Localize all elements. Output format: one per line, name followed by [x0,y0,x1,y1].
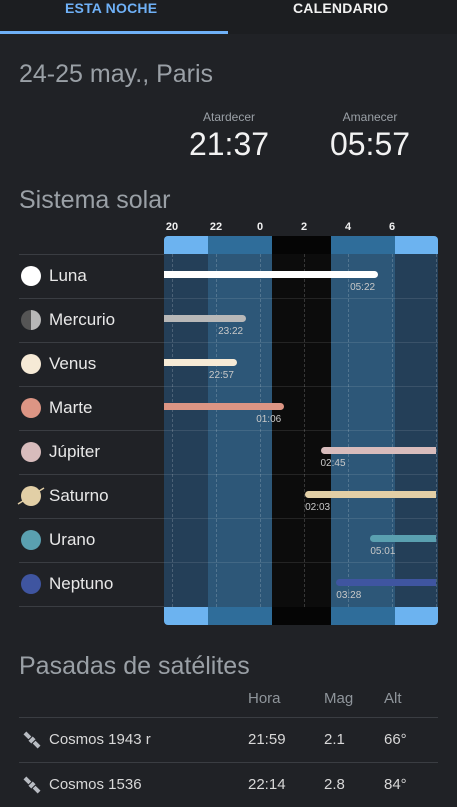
visibility-chart: 05:22 23:22 22:57 01:06 02:45 02:03 05:01 03:28 [164,236,438,625]
twilight-cap [331,236,395,254]
date-title: 24-25 may., Paris [19,60,214,88]
satellite-time: 22:14 [248,776,286,793]
row-gridline [164,298,438,299]
sunset-time: 21:37 [188,126,270,162]
row-gridline [164,562,438,563]
hour-label: 0 [256,221,264,233]
visibility-bar [164,271,379,278]
solar-system-title: Sistema solar [19,186,171,214]
column-header-mag: Mag [324,690,354,707]
visibility-bar [320,447,436,454]
hour-label: 22 [209,221,223,233]
twilight-cap [395,236,438,254]
set-time-label: 02:03 [305,502,331,513]
planet-name: Venus [49,354,97,373]
planet-name: Urano [49,530,96,549]
mercury-icon [21,310,41,330]
twilight-cap [164,236,208,254]
set-time-label: 05:22 [350,282,376,293]
tab-calendario-label: CALENDARIO [293,0,389,16]
hour-label: 4 [344,221,352,233]
row-gridline [164,518,438,519]
mars-icon [21,398,41,418]
satellite-alt: 84° [384,776,407,793]
satellite-name: Cosmos 1943 r [49,731,151,748]
venus-icon [21,354,41,374]
row-gridline [164,342,438,343]
planet-row[interactable]: Marte [19,386,164,430]
visibility-bar [370,535,436,542]
row-gridline [164,430,438,431]
twilight-cap [331,607,395,625]
hour-label: 2 [300,221,308,233]
planet-name: Luna [49,266,87,285]
set-time-label: 23:22 [218,326,244,337]
set-time-label: 02:45 [320,458,346,469]
satellite-time: 21:59 [248,731,286,748]
uranus-icon [21,530,41,550]
tab-calendario[interactable]: CALENDARIO [228,0,457,34]
set-time-label: 22:57 [208,370,234,381]
planet-name: Saturno [49,486,109,505]
sunset-block: Atardecer 21:37 [186,110,272,163]
twilight-cap [208,607,272,625]
satellite-icon [21,729,43,751]
planet-name: Mercurio [49,310,116,329]
planet-name: Júpiter [49,442,101,461]
visibility-bar [336,579,436,586]
satellite-alt: 66° [384,731,407,748]
visibility-bar [164,315,247,322]
satellite-passes-title: Pasadas de satélites [19,652,250,680]
hour-label: 20 [165,221,179,233]
twilight-cap [208,236,272,254]
planet-name: Neptuno [49,574,114,593]
sunset-label: Atardecer [202,110,256,124]
tab-active-indicator [0,31,228,34]
visibility-bar [305,491,436,498]
visibility-bar [164,403,285,410]
jupiter-icon [21,442,41,462]
column-header-alt: Alt [384,690,402,707]
planet-name: Marte [49,398,93,417]
planet-row[interactable]: Mercurio [19,298,164,342]
satellite-name: Cosmos 1536 [49,776,142,793]
satellite-row[interactable]: Cosmos 1943 r 21:59 2.1 66° [0,717,457,762]
satellite-row[interactable]: Cosmos 1536 22:14 2.8 84° [0,762,457,807]
twilight-cap [395,607,438,625]
planet-row[interactable]: Saturno [17,474,164,518]
night-cap [272,607,331,625]
sunrise-block: Amanecer 05:57 [327,110,413,163]
hour-label: 6 [388,221,396,233]
tab-bar: ESTA NOCHE CALENDARIO [0,0,457,34]
tab-esta-noche[interactable]: ESTA NOCHE [0,0,228,34]
planet-row[interactable]: Luna [19,254,164,298]
moon-full-icon [21,266,41,286]
planet-row[interactable]: Venus [19,342,164,386]
row-gridline [164,386,438,387]
planet-row[interactable]: Júpiter [19,430,164,474]
column-header-hora: Hora [248,690,281,707]
planet-row[interactable]: Urano [19,518,164,562]
neptune-icon [21,574,41,594]
row-separator [19,606,164,607]
tab-esta-noche-label: ESTA NOCHE [65,0,158,16]
planet-row[interactable]: Neptuno [19,562,164,606]
saturn-icon [17,486,45,506]
sunrise-label: Amanecer [342,110,398,124]
twilight-cap [164,607,208,625]
satellite-mag: 2.1 [324,731,345,748]
sunrise-time: 05:57 [329,126,411,162]
night-cap [272,236,331,254]
set-time-label: 05:01 [370,546,396,557]
visibility-bar [164,359,237,366]
set-time-label: 03:28 [336,590,362,601]
row-gridline [164,474,438,475]
satellite-mag: 2.8 [324,776,345,793]
satellite-icon [21,774,43,796]
set-time-label: 01:06 [256,414,282,425]
